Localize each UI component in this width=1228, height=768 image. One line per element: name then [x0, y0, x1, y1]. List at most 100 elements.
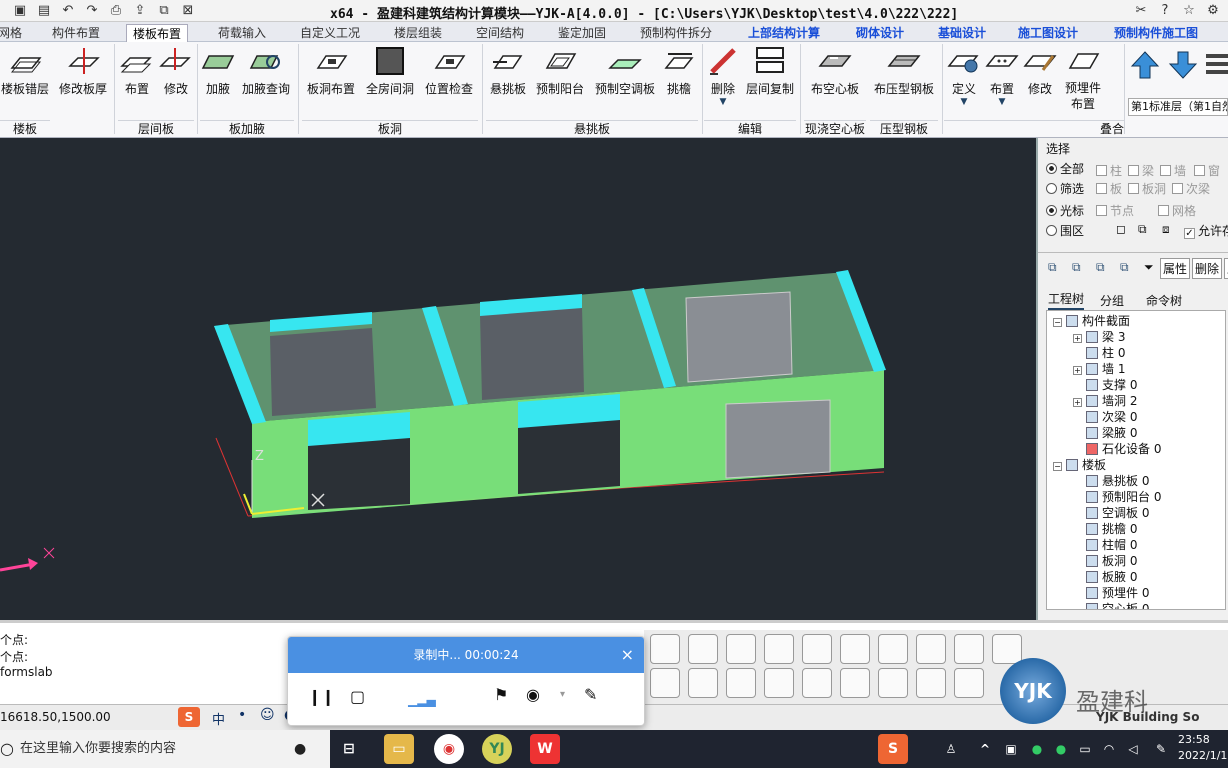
radio-indicator[interactable] — [1046, 183, 1057, 194]
sync-icon[interactable] — [954, 668, 984, 698]
chevron-down-icon[interactable]: ▼ — [944, 97, 984, 107]
tree-tool-icon[interactable]: ⧉ — [1096, 260, 1105, 275]
eave-button[interactable]: 挑檐 — [660, 46, 698, 97]
filter-check-column[interactable]: 柱 — [1096, 162, 1122, 179]
tab-space-structure[interactable]: 空间结构 — [476, 24, 524, 42]
display-button[interactable]: 显 — [1224, 258, 1228, 279]
delete-tree-button[interactable]: 删除 — [1192, 258, 1223, 279]
task-view-icon[interactable]: ⊟ — [334, 734, 364, 764]
help-icon[interactable]: ? — [1156, 2, 1174, 20]
sogou-icon[interactable]: S — [878, 734, 908, 764]
tree-node[interactable]: 空调板 0 — [1086, 505, 1149, 521]
tab-foundation[interactable]: 基础设计 — [938, 24, 986, 42]
people-icon[interactable]: ♙ — [936, 734, 966, 764]
ime-punct-icon[interactable]: • — [238, 707, 246, 723]
wps-icon[interactable]: W — [530, 734, 560, 764]
measure-icon[interactable] — [954, 634, 984, 664]
yjk-app-icon[interactable]: YJ — [482, 734, 512, 764]
project-tree[interactable]: − 构件截面 + 梁 3 柱 0 + 墙 1 支撑 0 + 墙洞 2 次梁 0 梁腋 0… — [1046, 310, 1226, 610]
steel-deck-button[interactable]: 布压型钢板 — [870, 46, 938, 97]
model-3d-view[interactable]: Z — [0, 138, 1036, 620]
pan-icon[interactable] — [802, 634, 832, 664]
tree-node[interactable]: 预埋件 0 — [1086, 585, 1149, 601]
tree-node[interactable]: 柱帽 0 — [1086, 537, 1137, 553]
funnel-icon[interactable]: ⏷ — [1144, 260, 1154, 275]
radio-indicator[interactable] — [1046, 205, 1057, 216]
tree-node[interactable]: 预制阳台 0 — [1086, 489, 1161, 505]
tab-precast-drawing[interactable]: 预制构件施工图 — [1114, 24, 1198, 42]
position-check-button[interactable]: 位置检查 — [420, 46, 478, 97]
camera-icon[interactable]: ◉ — [526, 685, 540, 704]
file-explorer-icon[interactable]: ▭ — [384, 734, 414, 764]
floor-down-icon[interactable] — [1168, 50, 1198, 80]
chevron-down-icon[interactable]: ▼ — [984, 97, 1020, 107]
print-icon[interactable]: ⎙ — [108, 3, 124, 19]
radio-indicator[interactable] — [1046, 225, 1057, 236]
embedded-part-button[interactable]: 预埋件布置 — [1060, 46, 1106, 112]
filter-check-window[interactable]: 窗 — [1194, 162, 1220, 179]
floor-up-icon[interactable] — [1130, 50, 1160, 80]
pen-tray-icon[interactable]: ✎ — [1146, 734, 1176, 764]
pause-icon[interactable]: ❙❙ — [308, 687, 335, 706]
tree-node[interactable]: + 墙洞 2 — [1073, 393, 1137, 409]
tree-node[interactable]: + 墙 1 — [1073, 361, 1125, 377]
tree-node[interactable]: 柱 0 — [1086, 345, 1125, 361]
light-icon[interactable] — [726, 668, 756, 698]
tree-node[interactable]: 梁腋 0 — [1086, 425, 1137, 441]
zoom-window-icon[interactable] — [840, 634, 870, 664]
render-icon[interactable] — [840, 668, 870, 698]
filter-check-slab-hole[interactable]: 板洞 — [1128, 180, 1166, 197]
tab-load-input[interactable]: 荷载输入 — [218, 24, 266, 42]
command-input[interactable]: formslab — [0, 665, 53, 679]
select-mode-window-icon[interactable]: ⧈ — [1162, 222, 1170, 237]
interlayer-copy-button[interactable]: 层间复制 — [744, 46, 796, 97]
copy-view-icon[interactable] — [916, 668, 946, 698]
precast-balcony-button[interactable]: 预制阳台 — [532, 46, 588, 97]
emoji-icon[interactable]: ☺ — [260, 707, 275, 723]
tree-tool-icon[interactable]: ⧉ — [1048, 260, 1057, 275]
tab-floor-assembly[interactable]: 楼层组装 — [394, 24, 442, 42]
start-icon[interactable]: ○ — [0, 730, 14, 768]
define-button[interactable]: 定义 ▼ — [944, 46, 984, 107]
room-hole-button[interactable]: 全房间洞 — [362, 46, 418, 97]
radio-filter[interactable]: 筛选 — [1046, 180, 1084, 197]
chevron-down-icon[interactable]: ▾ — [560, 689, 565, 700]
layer-icon[interactable] — [650, 668, 680, 698]
taskbar-search[interactable]: ○ 在这里输入你要搜索的内容 ● — [0, 730, 330, 768]
house-icon[interactable] — [726, 634, 756, 664]
radio-indicator[interactable] — [1046, 163, 1057, 174]
tab-appraisal[interactable]: 鉴定加固 — [558, 24, 606, 42]
tree-node[interactable]: + 梁 3 — [1073, 329, 1125, 345]
slab-hole-place-button[interactable]: 板洞布置 — [302, 46, 360, 97]
chrome-icon[interactable]: ◉ — [434, 734, 464, 764]
ime-mode[interactable]: 中 — [212, 709, 225, 728]
favorite-icon[interactable]: ☆ — [1180, 2, 1198, 20]
save-as-icon[interactable]: ▤ — [36, 3, 52, 19]
copy-icon[interactable]: ⧉ — [156, 3, 172, 19]
filter-check-slab[interactable]: 板 — [1096, 180, 1122, 197]
teapot-icon[interactable] — [916, 634, 946, 664]
chevron-down-icon[interactable]: ▼ — [704, 97, 742, 107]
filter-check-node[interactable]: 节点 — [1096, 202, 1134, 219]
tab-project-tree[interactable]: 工程树 — [1048, 290, 1085, 310]
close-doc-icon[interactable]: ⊠ — [180, 3, 196, 19]
text-icon[interactable] — [764, 668, 794, 698]
tab-custom-case[interactable]: 自定义工况 — [300, 24, 360, 42]
interlayer-modify-button[interactable]: 修改 — [158, 46, 194, 97]
tab-upper-calc[interactable]: 上部结构计算 — [748, 24, 820, 42]
tab-group[interactable]: 分组 — [1100, 292, 1124, 309]
hollow-slab-button[interactable]: 布空心板 — [804, 46, 866, 97]
tree-node[interactable]: − 构件截面 — [1053, 313, 1130, 329]
close-icon[interactable]: × — [621, 637, 634, 673]
tree-node[interactable]: 次梁 0 — [1086, 409, 1137, 425]
view-box-icon[interactable] — [688, 634, 718, 664]
model-viewport[interactable]: Z — [0, 138, 1036, 620]
filter-check-secondary-beam[interactable]: 次梁 — [1172, 180, 1210, 197]
tab-masonry[interactable]: 砌体设计 — [856, 24, 904, 42]
delete-button[interactable]: 删除 ▼ — [704, 46, 742, 107]
volume-icon[interactable]: ◁ — [1118, 734, 1148, 764]
flag-icon[interactable]: ⚑ — [494, 685, 508, 704]
color-wheel-icon[interactable] — [878, 668, 908, 698]
select-mode-rect-icon[interactable]: ◻ — [1116, 222, 1126, 236]
composite-place-button[interactable]: 布置 ▼ — [984, 46, 1020, 107]
